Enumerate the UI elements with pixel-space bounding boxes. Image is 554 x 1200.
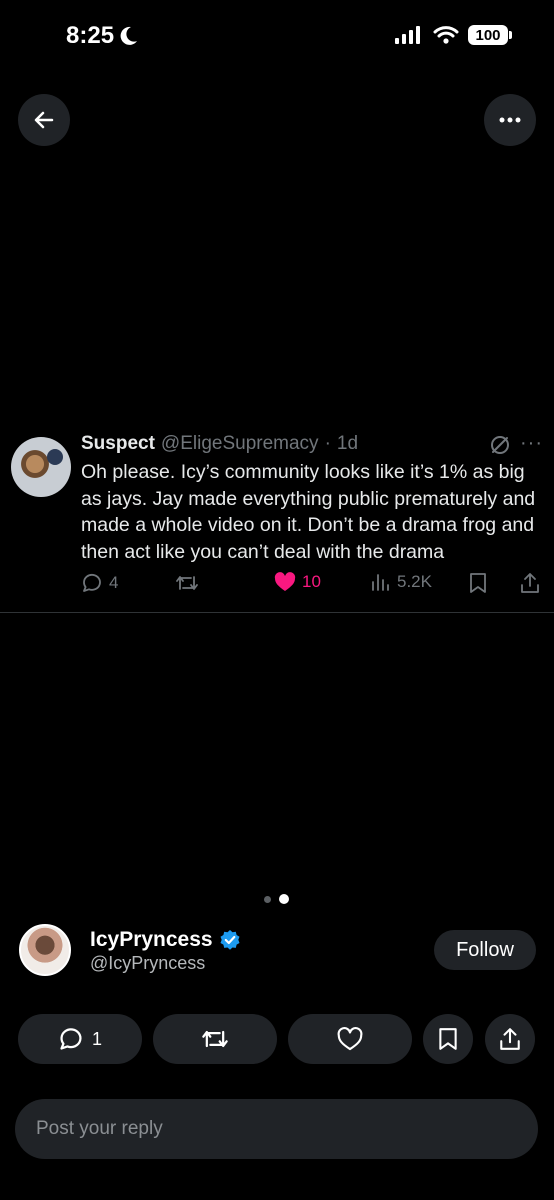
author-handle[interactable]: @IcyPryncess (90, 953, 205, 974)
retweet-icon (202, 1030, 228, 1048)
bottom-like-button[interactable] (288, 1014, 412, 1064)
status-icons: 100 (394, 25, 512, 45)
verified-badge-icon (220, 930, 240, 950)
arrow-left-icon (34, 111, 54, 129)
back-button[interactable] (18, 94, 70, 146)
grok-icon[interactable] (489, 434, 511, 456)
carousel-pager (264, 894, 289, 904)
signal-icon (395, 26, 420, 44)
author-avatar[interactable] (19, 924, 71, 976)
views-icon (372, 574, 389, 591)
share-button[interactable] (519, 572, 541, 594)
tweet-separator: · (324, 433, 331, 454)
ellipsis-icon (499, 117, 521, 123)
view-count: 5.2K (397, 572, 432, 591)
tweet[interactable]: Suspect @EligeSupremacy · 1d ··· Oh plea… (0, 425, 554, 613)
bottom-reply-count: 1 (91, 1028, 102, 1049)
reply-icon (60, 1028, 82, 1050)
tweet-text: Oh please. Icy’s community looks like it… (81, 461, 536, 563)
bottom-retweet-button[interactable] (153, 1014, 277, 1064)
heart-outline-icon (337, 1027, 363, 1051)
reply-button[interactable]: 4 (81, 572, 118, 594)
bookmark-icon (470, 573, 486, 593)
tweet-author-name[interactable]: Suspect (81, 433, 155, 455)
reply-box[interactable] (15, 1099, 538, 1159)
share-icon (500, 1028, 520, 1050)
like-count: 10 (302, 572, 321, 591)
author-name[interactable]: IcyPryncess (90, 928, 213, 952)
tweet-header: Suspect @EligeSupremacy · 1d (81, 433, 358, 455)
views-button[interactable]: 5.2K (371, 572, 432, 592)
reply-count: 4 (109, 573, 119, 592)
reply-icon (83, 574, 101, 592)
bookmark-icon (439, 1028, 457, 1050)
retweet-button[interactable] (175, 572, 199, 594)
bottom-reply-button[interactable]: 1 (18, 1014, 142, 1064)
reply-input[interactable] (36, 1118, 538, 1140)
follow-button[interactable]: Follow (434, 930, 536, 970)
author-name-row[interactable]: IcyPryncess (90, 928, 241, 952)
bottom-share-button[interactable] (485, 1014, 535, 1064)
tweet-author-handle[interactable]: @EligeSupremacy (161, 433, 319, 455)
tweet-timestamp: 1d (336, 433, 359, 454)
pager-dot-active[interactable] (279, 894, 289, 904)
moon-icon (120, 26, 138, 45)
status-time-text: 8:25 (66, 22, 115, 49)
more-options-button[interactable] (484, 94, 536, 146)
battery-level: 100 (475, 26, 501, 44)
tweet-actions: 4 10 5.2K (81, 572, 541, 596)
status-time: 8:25 (66, 22, 138, 50)
heart-filled-icon (274, 572, 296, 591)
share-icon (521, 573, 539, 593)
retweet-icon (176, 576, 198, 590)
bookmark-button[interactable] (468, 572, 488, 594)
like-button[interactable]: 10 (274, 572, 321, 592)
pager-dot[interactable] (264, 895, 271, 903)
battery-icon: 100 (468, 25, 512, 45)
bottom-bookmark-button[interactable] (423, 1014, 473, 1064)
tweet-more-icon[interactable]: ··· (520, 432, 543, 455)
tweet-avatar[interactable] (11, 437, 71, 497)
wifi-icon (433, 26, 459, 44)
